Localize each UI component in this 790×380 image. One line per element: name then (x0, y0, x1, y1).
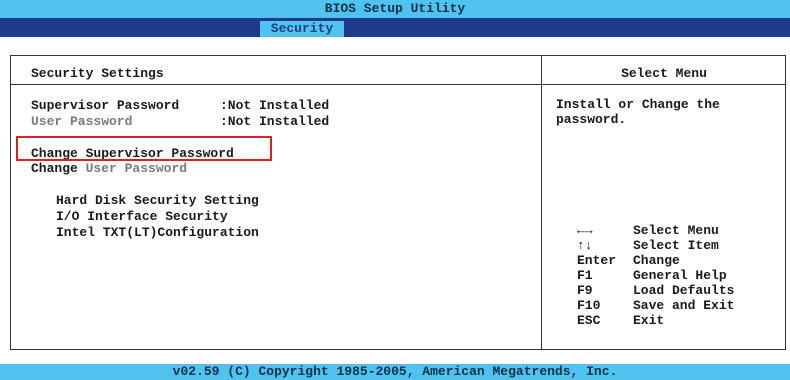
section-title: Security Settings (31, 66, 164, 81)
arrow-up-down-icon: ↑↓ (577, 238, 593, 253)
key-name: Enter (577, 253, 617, 268)
key-action: Load Defaults (633, 283, 735, 298)
key-name: F1 (577, 268, 593, 283)
key-name: F9 (577, 283, 593, 298)
selection-highlight (16, 136, 272, 161)
footer-copyright: v02.59 (C) Copyright 1985-2005, American… (0, 364, 790, 380)
title-bar: BIOS Setup Utility (0, 0, 790, 18)
panel-divider-vertical (541, 56, 542, 349)
change-user-password-item[interactable]: Change User Password (31, 161, 187, 176)
tab-security[interactable]: Security (260, 21, 344, 37)
key-action: Change (633, 253, 680, 268)
key-row: ESC Exit (577, 313, 734, 328)
key-action: Select Menu (633, 223, 719, 238)
arrow-left-right-icon: ←→ (577, 223, 593, 238)
change-user-prefix: Change (31, 161, 78, 176)
submenu-intel-txt-configuration[interactable]: Intel TXT(LT)Configuration (56, 225, 259, 240)
help-text: Install or Change the password. (556, 97, 720, 127)
key-name: F10 (577, 298, 601, 313)
key-row: ←→ Select Menu (577, 223, 734, 238)
key-action: Save and Exit (633, 298, 735, 313)
help-panel-title: Select Menu (621, 66, 707, 81)
submenu-hard-disk-security[interactable]: Hard Disk Security Setting (56, 193, 259, 208)
bios-screen: BIOS Setup Utility Security Security Set… (0, 0, 790, 380)
user-password-status: :Not Installed (220, 114, 330, 129)
key-row: F9 Load Defaults (577, 283, 734, 298)
key-row: F1 General Help (577, 268, 734, 283)
main-frame: Security Settings Select Menu Supervisor… (10, 55, 786, 350)
supervisor-password-label: Supervisor Password (31, 98, 180, 113)
key-row: Enter Change (577, 253, 734, 268)
key-row: ↑↓ Select Item (577, 238, 734, 253)
submenu-io-interface-security[interactable]: I/O Interface Security (56, 209, 228, 224)
user-password-label: User Password (31, 114, 133, 129)
app-title: BIOS Setup Utility (324, 1, 466, 16)
key-action: General Help (633, 268, 727, 283)
tab-bar: Security (0, 18, 790, 37)
key-action: Select Item (633, 238, 719, 253)
key-action: Exit (633, 313, 665, 328)
change-user-rest: User Password (85, 161, 188, 176)
key-name: ESC (577, 313, 601, 328)
key-legend: ←→ Select Menu ↑↓ Select Item Enter Change … (577, 223, 734, 328)
key-row: F10 Save and Exit (577, 298, 734, 313)
panel-divider-horizontal (11, 84, 785, 85)
supervisor-password-status: :Not Installed (220, 98, 330, 113)
